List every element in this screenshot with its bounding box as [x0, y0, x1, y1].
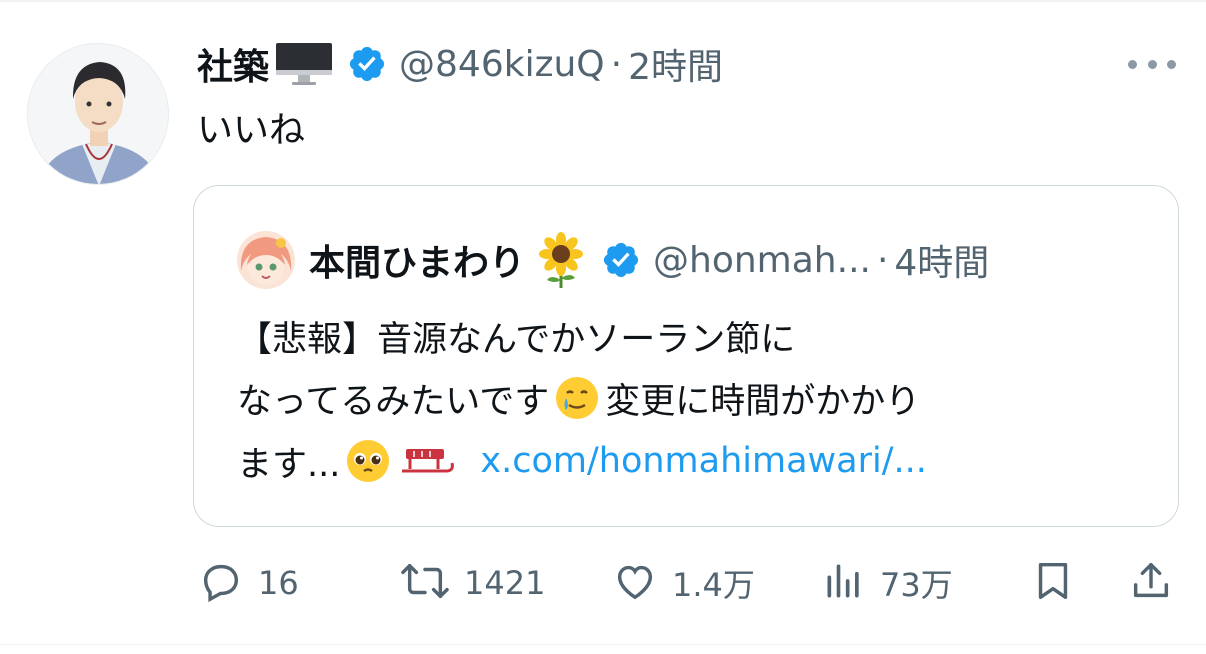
verified-badge-icon	[601, 240, 641, 280]
quoted-text-segment: 変更に時間がかかり	[605, 381, 921, 422]
tearful-smile-emoji-icon	[553, 374, 601, 422]
separator-dot: ·	[876, 239, 889, 281]
views-count: 73万	[880, 566, 953, 604]
dot	[1167, 59, 1176, 69]
retweet-icon	[400, 558, 450, 608]
author-handle[interactable]: @846kizuQ	[399, 44, 605, 85]
quoted-author-avatar[interactable]	[237, 231, 295, 289]
quoted-tweet-link[interactable]: x.com/honmahimawari/...	[480, 441, 927, 481]
desktop-computer-emoji-icon	[275, 42, 333, 86]
dot	[1147, 59, 1157, 69]
reply-button[interactable]: 16	[198, 548, 299, 618]
retweet-count: 1421	[464, 564, 546, 602]
tweet-header: 社築 @846kizuQ · 2時間	[197, 34, 723, 94]
quoted-text-line-1: 【悲報】音源なんでかソーラン節に	[237, 306, 795, 366]
quoted-text-segment: なってるみたいです	[237, 381, 550, 422]
share-icon	[1128, 558, 1174, 608]
sunflower-emoji-icon	[535, 232, 587, 288]
quoted-text-line-3: ます... x.com/honmahimawari/...	[237, 431, 927, 491]
quoted-tweet-card[interactable]: 本間ひまわり @honmah... · 4時間 【悲報】音源なんでかソーラン節に…	[193, 185, 1179, 527]
more-options-icon[interactable]	[1128, 52, 1176, 76]
quoted-text-segment: ます...	[237, 444, 341, 485]
share-button[interactable]	[1128, 548, 1174, 618]
quoted-text-segment: 【悲報】音源なんでかソーラン節に	[237, 319, 796, 360]
separator-dot: ·	[610, 43, 623, 85]
top-divider	[0, 0, 1206, 2]
quoted-author-handle[interactable]: @honmah...	[653, 240, 871, 281]
bottom-divider	[0, 644, 1206, 645]
quoted-author-name[interactable]: 本間ひまわり	[309, 234, 525, 286]
like-button[interactable]: 1.4万	[612, 548, 755, 618]
like-count: 1.4万	[672, 566, 755, 604]
bookmark-button[interactable]	[1030, 548, 1076, 618]
action-bar: 16 1421 1.4万 73万	[0, 548, 1206, 618]
retweet-button[interactable]: 1421	[400, 548, 545, 618]
sled-emoji-icon	[400, 441, 456, 481]
quoted-tweet-header: 本間ひまわり @honmah... · 4時間	[309, 229, 989, 291]
quoted-tweet-timestamp[interactable]: 4時間	[894, 234, 989, 286]
reply-count: 16	[258, 564, 299, 602]
reply-icon	[198, 558, 244, 608]
verified-badge-icon	[347, 44, 387, 84]
views-button[interactable]: 73万	[822, 548, 953, 618]
heart-icon	[612, 558, 658, 608]
dot	[1128, 59, 1137, 69]
tweet-text: いいね	[197, 110, 306, 151]
author-name[interactable]: 社築	[197, 38, 269, 90]
pleading-face-emoji-icon	[344, 437, 392, 485]
views-chart-icon	[822, 558, 866, 608]
bookmark-icon	[1030, 558, 1076, 608]
author-avatar[interactable]	[27, 43, 169, 185]
tweet-timestamp[interactable]: 2時間	[628, 38, 723, 90]
quoted-text-line-2: なってるみたいです 変更に時間がかかり	[237, 368, 920, 428]
